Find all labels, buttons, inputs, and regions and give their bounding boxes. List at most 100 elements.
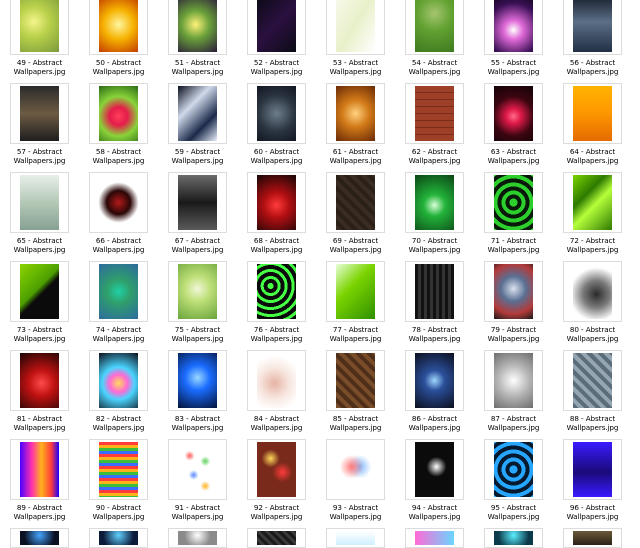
wallpaper-thumbnail[interactable] [484,528,543,548]
wallpaper-thumbnail[interactable] [168,172,227,233]
wallpaper-thumbnail[interactable] [563,172,622,233]
wallpaper-label: 88 - Abstract Wallpapers.jpg [553,414,632,432]
wallpaper-thumbnail[interactable] [10,439,69,500]
wallpaper-label: 92 - Abstract Wallpapers.jpg [237,503,316,521]
wallpaper-item[interactable] [158,0,237,548]
wallpaper-label: 82 - Abstract Wallpapers.jpg [79,414,158,432]
wallpaper-thumbnail[interactable] [89,439,148,500]
wallpaper-image [494,353,533,408]
wallpaper-image [257,175,296,230]
wallpaper-thumbnail[interactable] [89,172,148,233]
wallpaper-item[interactable] [79,0,158,548]
wallpaper-thumbnail[interactable] [168,261,227,322]
wallpaper-thumbnail[interactable] [89,528,148,548]
wallpaper-label-line-2: Wallpapers.jpg [250,422,303,432]
wallpaper-label: 90 - Abstract Wallpapers.jpg [79,503,158,521]
wallpaper-thumbnail[interactable] [326,528,385,548]
wallpaper-thumbnail[interactable] [563,439,622,500]
wallpaper-item[interactable] [237,0,316,548]
wallpaper-thumbnail[interactable] [484,439,543,500]
wallpaper-thumbnail[interactable] [326,261,385,322]
wallpaper-label-line-2: Wallpapers.jpg [566,422,619,432]
wallpaper-label: 75 - Abstract Wallpapers.jpg [158,325,237,343]
wallpaper-thumbnail[interactable] [563,261,622,322]
wallpaper-thumbnail[interactable] [247,528,306,548]
wallpaper-image [494,442,533,497]
wallpaper-label: 61 - Abstract Wallpapers.jpg [316,147,395,165]
wallpaper-image [257,442,296,497]
wallpaper-label: 63 - Abstract Wallpapers.jpg [474,147,553,165]
wallpaper-label: 80 - Abstract Wallpapers.jpg [553,325,632,343]
wallpaper-image [336,264,375,319]
wallpaper-image [415,175,454,230]
wallpaper-image [20,353,59,408]
wallpaper-thumbnail[interactable] [10,172,69,233]
wallpaper-thumbnail[interactable] [247,172,306,233]
wallpaper-thumbnail[interactable] [89,261,148,322]
wallpaper-label: 91 - Abstract Wallpapers.jpg [158,503,237,521]
wallpaper-thumbnail[interactable] [326,350,385,411]
wallpaper-thumbnail[interactable] [405,261,464,322]
wallpaper-label: 87 - Abstract Wallpapers.jpg [474,414,553,432]
wallpaper-label-line-2: Wallpapers.jpg [408,333,461,343]
wallpaper-thumbnail[interactable] [168,350,227,411]
wallpaper-label: 89 - Abstract Wallpapers.jpg [0,503,79,521]
wallpaper-thumbnail[interactable] [484,350,543,411]
wallpaper-label-line-2: Wallpapers.jpg [408,511,461,521]
wallpaper-image [20,264,59,319]
wallpaper-item[interactable] [0,0,79,548]
wallpaper-thumbnail[interactable] [89,83,148,144]
wallpaper-label: 81 - Abstract Wallpapers.jpg [0,414,79,432]
wallpaper-thumbnail[interactable] [247,261,306,322]
wallpaper-thumbnail[interactable] [326,439,385,500]
wallpaper-label-line-2: Wallpapers.jpg [408,244,461,254]
wallpaper-label: 64 - Abstract Wallpapers.jpg [553,147,632,165]
wallpaper-thumbnail[interactable] [484,261,543,322]
wallpaper-label-line-2: Wallpapers.jpg [487,155,540,165]
wallpaper-thumbnail[interactable] [10,528,69,548]
wallpaper-thumbnail[interactable] [247,350,306,411]
wallpaper-image [336,353,375,408]
wallpaper-thumbnail[interactable] [405,172,464,233]
wallpaper-label-line-2: Wallpapers.jpg [13,511,66,521]
wallpaper-thumbnail[interactable] [10,83,69,144]
wallpaper-item[interactable] [474,0,553,548]
wallpaper-image [99,175,138,230]
wallpaper-image [99,264,138,319]
wallpaper-label: 71 - Abstract Wallpapers.jpg [474,236,553,254]
wallpaper-thumbnail[interactable] [168,528,227,548]
wallpaper-thumbnail[interactable] [10,350,69,411]
wallpaper-thumbnail[interactable] [247,83,306,144]
wallpaper-thumbnail[interactable] [484,172,543,233]
wallpaper-label: 77 - Abstract Wallpapers.jpg [316,325,395,343]
wallpaper-thumbnail[interactable] [405,439,464,500]
wallpaper-thumbnail[interactable] [89,350,148,411]
wallpaper-thumbnail[interactable] [247,439,306,500]
wallpaper-thumbnail[interactable] [405,350,464,411]
wallpaper-thumbnail[interactable] [484,83,543,144]
wallpaper-label-line-2: Wallpapers.jpg [92,333,145,343]
wallpaper-label-line-2: Wallpapers.jpg [487,333,540,343]
wallpaper-thumbnail[interactable] [326,172,385,233]
wallpaper-thumbnail[interactable] [563,83,622,144]
wallpaper-thumbnail[interactable] [405,528,464,548]
wallpaper-label-line-2: Wallpapers.jpg [13,422,66,432]
wallpaper-thumbnail[interactable] [168,83,227,144]
wallpaper-thumbnail[interactable] [405,83,464,144]
wallpaper-image [415,86,454,141]
wallpaper-item[interactable] [316,0,395,548]
wallpaper-thumbnail[interactable] [326,83,385,144]
wallpaper-thumbnail[interactable] [563,350,622,411]
wallpaper-image [415,442,454,497]
wallpaper-thumbnail[interactable] [168,439,227,500]
wallpaper-item[interactable] [395,0,474,548]
wallpaper-thumbnail[interactable] [563,528,622,548]
wallpaper-label: 68 - Abstract Wallpapers.jpg [237,236,316,254]
wallpaper-item[interactable] [553,0,632,548]
wallpaper-thumbnail-grid: 49 - Abstract Wallpapers.jpg 50 - Abstract… [0,0,640,548]
wallpaper-thumbnail[interactable] [10,261,69,322]
wallpaper-label-line-2: Wallpapers.jpg [250,155,303,165]
wallpaper-label: 62 - Abstract Wallpapers.jpg [395,147,474,165]
wallpaper-label-line-2: Wallpapers.jpg [250,333,303,343]
wallpaper-image [573,86,612,141]
